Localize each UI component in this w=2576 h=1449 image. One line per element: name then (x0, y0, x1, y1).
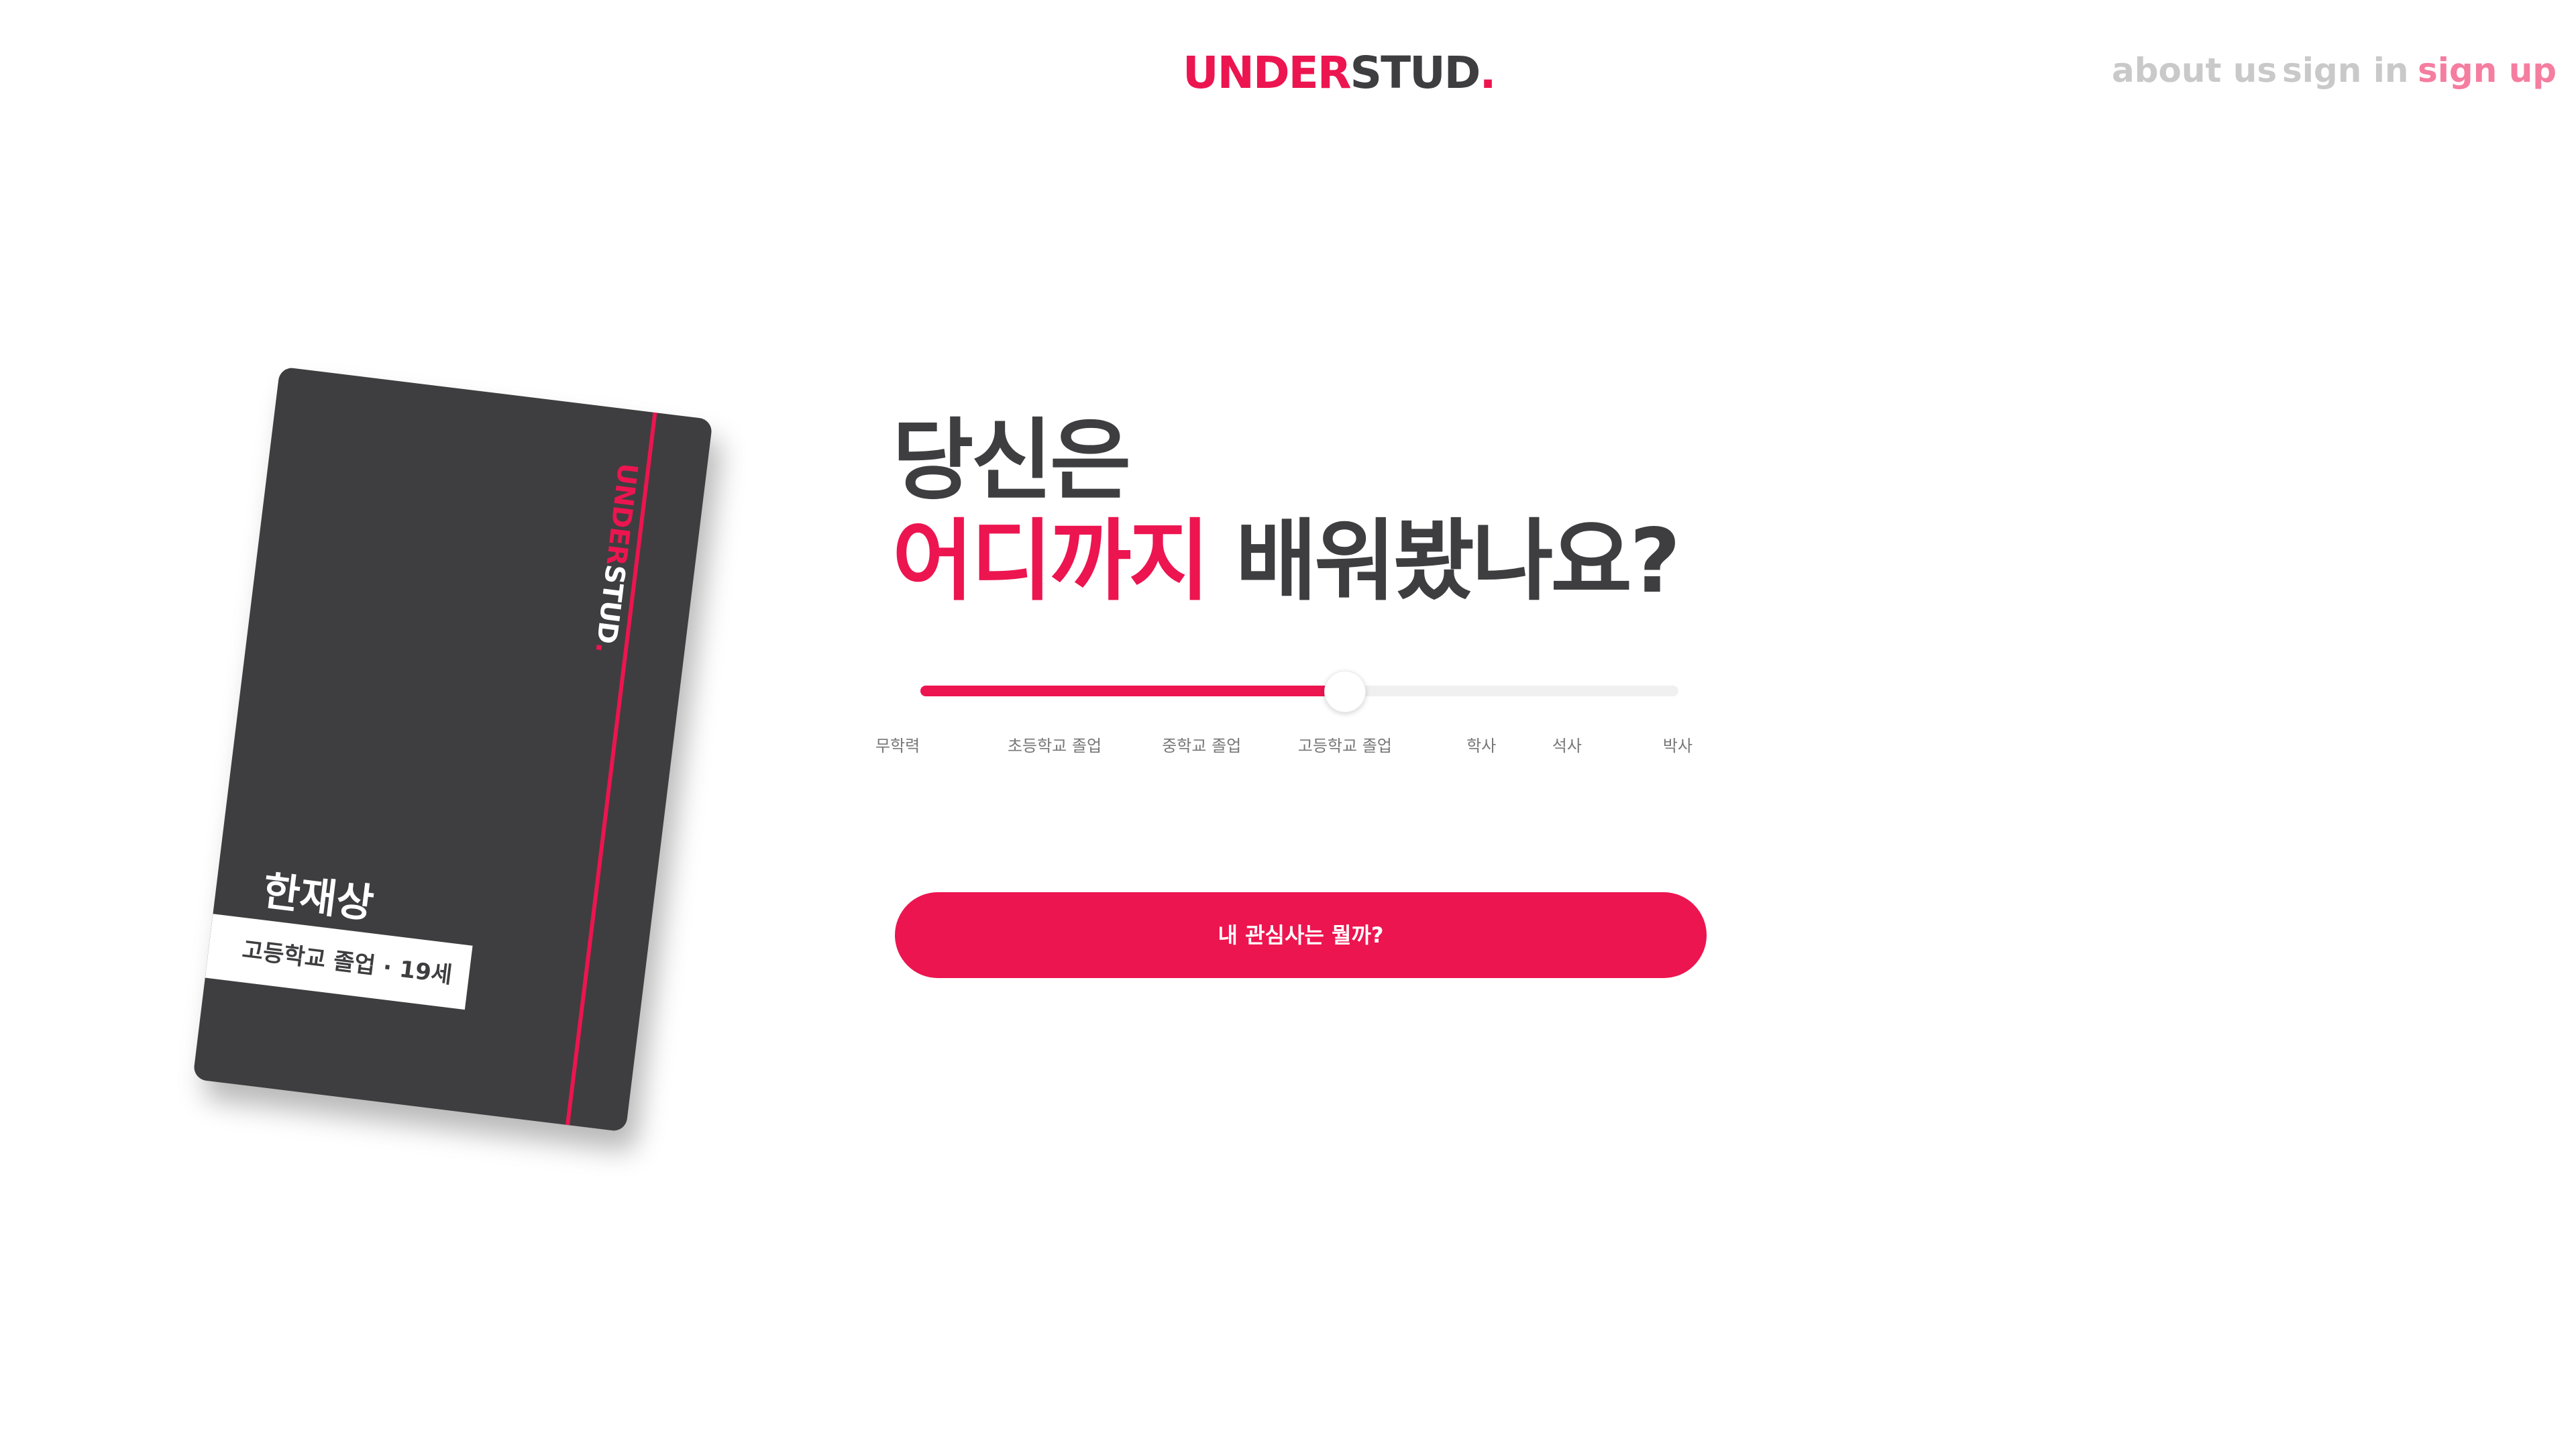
profile-card-body: UNDERSTUD. 한재상 고등학교 졸업 · 19세 (193, 366, 713, 1132)
title-accent-text: 어디까지 (892, 510, 1210, 613)
page: UNDERSTUD. about us sign in sign up UNDE… (0, 0, 2576, 1449)
logo-part-stud: STUD (1350, 47, 1481, 99)
slider-thumb[interactable] (1324, 671, 1366, 712)
title-line-1: 당신은 (892, 409, 1131, 513)
slider-tick-label[interactable]: 석사 (1552, 733, 1582, 756)
slider-tick-label[interactable]: 무학력 (875, 733, 920, 756)
slider-tick-label[interactable]: 학사 (1466, 733, 1496, 756)
title-line-2: 어디까지 배워봤나요? (892, 510, 1681, 613)
logo-part-under: UNDER (1183, 47, 1352, 99)
card-education-age-tag: 고등학교 졸업 · 19세 (205, 914, 473, 1010)
title-rest-text: 배워봤나요? (1207, 510, 1681, 613)
nav-sign-up-link[interactable]: sign up (2418, 51, 2557, 90)
next-step-button[interactable]: 내 관심사는 뭘까? (895, 892, 1707, 978)
page-title: 당신은 어디까지 배워봤나요? (892, 409, 1681, 613)
slider-tick-label[interactable]: 박사 (1663, 733, 1693, 756)
logo-part-dot: . (1479, 47, 1496, 99)
nav-about-us-link[interactable]: about us (2112, 51, 2277, 90)
slider-tick-label[interactable]: 고등학교 졸업 (1298, 733, 1392, 756)
slider-tick-label[interactable]: 중학교 졸업 (1162, 733, 1241, 756)
slider-tick-label[interactable]: 초등학교 졸업 (1008, 733, 1102, 756)
nav-sign-in-link[interactable]: sign in (2282, 51, 2408, 90)
brand-logo[interactable]: UNDERSTUD. (1183, 47, 1497, 99)
education-level-slider[interactable] (920, 671, 1678, 712)
profile-card: UNDERSTUD. 한재상 고등학교 졸업 · 19세 (193, 366, 713, 1132)
card-logo-part-stud: STUD (590, 562, 631, 645)
slider-fill (920, 686, 1345, 696)
card-user-name: 한재상 (260, 867, 376, 928)
